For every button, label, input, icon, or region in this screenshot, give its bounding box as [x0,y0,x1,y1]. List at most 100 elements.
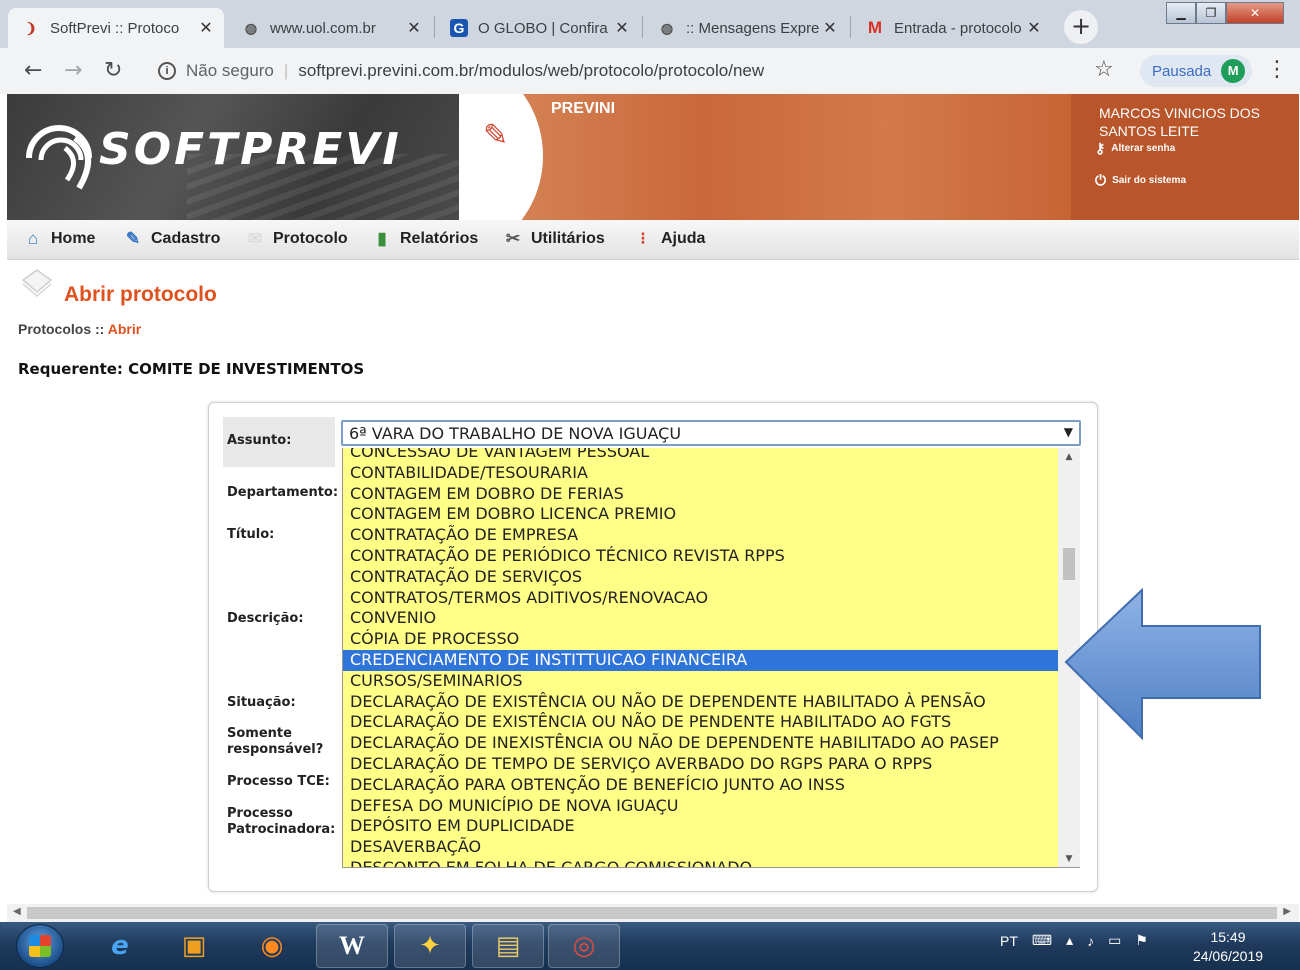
dropdown-option-highlighted[interactable]: CREDENCIAMENTO DE INSTITTUICAO FINANCEIR… [343,649,1059,671]
dropdown-option[interactable]: CÓPIA DE PROCESSO [343,629,1059,650]
dropdown-option[interactable]: DECLARAÇÃO DE EXISTÊNCIA OU NÃO DE PENDE… [343,712,1059,733]
clock-date: 24/06/2019 [1192,948,1264,964]
back-icon[interactable]: ← [24,58,42,83]
site-header: SOFTPREVI ✎ PREVINI MARCOS VINICIOS DOS … [7,94,1299,220]
dropdown-option[interactable]: DECLARAÇÃO DE TEMPO DE SERVIÇO AVERBADO … [343,754,1059,775]
dropdown-option[interactable]: CONVENIO [343,608,1059,629]
logout-link[interactable]: ⏻ Sair do sistema [1095,172,1186,189]
softprevi-icon: ❩ [25,19,37,36]
scroll-right-icon[interactable]: ▶ [1283,906,1291,917]
close-tab-icon[interactable]: ✕ [406,18,422,38]
tab-softprevi[interactable]: ❩ SoftPrevi :: Protoco ✕ [8,8,224,48]
org-name: PREVINI [551,100,616,117]
new-tab-button[interactable]: + [1064,10,1098,44]
clock[interactable]: 15:49 24/06/2019 [1186,928,1270,966]
page-horizontal-scrollbar[interactable]: ◀ ▶ [7,904,1299,922]
situacao-label: Situação: [227,695,296,710]
file-explorer-icon[interactable]: ▤ [472,924,544,968]
scroll-down-icon[interactable]: ▼ [1058,854,1080,864]
profile-button[interactable]: Pausada M [1140,55,1252,87]
dropdown-option[interactable]: CONTRATOS/TERMOS ADITIVOS/RENOVACAO [343,588,1059,609]
dropdown-option[interactable]: CONTAGEM EM DOBRO LICENCA PREMIO [343,504,1059,525]
departamento-label: Departamento: [227,485,339,500]
internet-explorer-icon[interactable]: e [84,924,156,968]
action-center-flag-icon[interactable]: ⚑ [1135,932,1148,949]
chrome-icon[interactable]: ◎ [548,924,620,968]
menu-item-label: Protocolo [273,230,348,247]
user-name: MARCOS VINICIOS DOS SANTOS LEITE [1099,105,1261,139]
dropdown-option[interactable]: DEFESA DO MUNICÍPIO DE NOVA IGUAÇU [343,796,1059,817]
tab-oglobo[interactable]: G O GLOBO | Confira ✕ [436,8,640,48]
menu-item-ajuda[interactable]: ⁝ Ajuda [633,229,705,249]
dropdown-option[interactable]: DEPÓSITO EM DUPLICIDADE [343,816,1059,837]
menu-kebab-icon[interactable]: ⋮ [1266,57,1288,82]
firefox-icon[interactable]: ◉ [236,924,308,968]
bookmark-star-icon[interactable]: ☆ [1094,57,1114,82]
dropdown-option[interactable]: DECLARAÇÃO DE INEXISTÊNCIA OU NÃO DE DEP… [343,733,1059,754]
menu-item-home[interactable]: ⌂ Home [23,229,96,249]
breadcrumb-current: Abrir [107,321,142,337]
show-hidden-icons-icon[interactable]: ▴ [1066,932,1073,949]
tab-title: :: Mensagens Expre [686,19,820,37]
dropdown-option[interactable]: DESAVERBAÇÃO [343,837,1059,858]
globe-icon: ◍ [244,19,258,36]
dropdown-option[interactable]: DECLARAÇÃO DE EXISTÊNCIA OU NÃO DE DEPEN… [343,692,1059,713]
dropdown-option[interactable]: CONTRATAÇÃO DE EMPRESA [343,525,1059,546]
start-button[interactable] [16,924,64,968]
dropdown-option[interactable]: CONTRATAÇÃO DE SERVIÇOS [343,567,1059,588]
dropdown-option[interactable]: CONTABILIDADE/TESOURARIA [343,463,1059,484]
scroll-left-icon[interactable]: ◀ [13,906,21,917]
system-tray: PT ⌨ ▴ ♪ ▭ ⚑ [1000,932,1162,949]
tab-uol[interactable]: ◍ www.uol.com.br ✕ [228,8,432,48]
dropdown-option[interactable]: CURSOS/SEMINARIOS [343,671,1059,692]
close-tab-icon[interactable]: ✕ [1026,18,1042,38]
menu-item-cadastro[interactable]: ✎ Cadastro [123,229,220,249]
menu-item-protocolo[interactable]: ✉ Protocolo [245,229,348,249]
change-password-link[interactable]: ⚷ Alterar senha [1095,140,1175,157]
reload-icon[interactable]: ↻ [104,58,122,83]
protocol-form: Assunto: Departamento: Título: Descrição… [208,402,1098,892]
scrollbar-thumb[interactable] [1063,548,1075,580]
menu-item-relatorios[interactable]: ▮ Relatórios [372,229,478,249]
close-window-button[interactable]: ✕ [1226,2,1284,24]
tab-mensagens[interactable]: ◍ :: Mensagens Expre ✕ [644,8,848,48]
close-tab-icon[interactable]: ✕ [822,18,838,38]
url-bar[interactable]: i Não seguro | softprevi.previni.com.br/… [146,55,1126,87]
menu-item-utilitarios[interactable]: ✂ Utilitários [503,229,605,249]
scrollbar-thumb[interactable] [27,907,1277,919]
requerente-label: Requerente: COMITE DE INVESTIMENTOS [18,360,365,378]
volume-icon[interactable]: ♪ [1087,933,1094,949]
close-tab-icon[interactable]: ✕ [198,18,214,38]
keyboard-icon[interactable]: ⌨ [1032,932,1052,949]
maximize-button[interactable]: ❐ [1196,2,1226,24]
avatar: M [1221,59,1246,83]
word-icon[interactable]: W [316,924,388,968]
info-icon[interactable]: i [158,62,176,80]
assunto-select[interactable]: 6ª VARA DO TRABALHO DE NOVA IGUAÇU ▼ [341,420,1081,446]
tab-title: O GLOBO | Confira [478,19,608,37]
dropdown-option[interactable]: CONCESSÃO DE VANTAGEM PESSOAL [343,448,1059,463]
assunto-selected-value: 6ª VARA DO TRABALHO DE NOVA IGUAÇU [349,424,682,443]
power-icon: ⏻ [1095,172,1107,188]
minimize-button[interactable]: ▁ [1166,2,1196,24]
dropdown-option[interactable]: DESCONTO EM FOLHA DE CARGO COMISSIONADO [343,858,1059,867]
dropdown-option[interactable]: DECLARAÇÃO PARA OBTENÇÃO DE BENEFÍCIO JU… [343,775,1059,796]
forward-icon[interactable]: → [64,58,82,83]
scroll-up-icon[interactable]: ▲ [1058,452,1080,462]
logout-label: Sair do sistema [1112,175,1186,186]
language-indicator[interactable]: PT [1000,933,1018,949]
processo-patrocinadora-label: Processo Patrocinadora: [227,806,336,837]
header-banner: ✎ PREVINI [459,94,1071,220]
app-icon[interactable]: ✦ [394,924,466,968]
breadcrumb-parent[interactable]: Protocolos [18,321,91,337]
tab-gmail[interactable]: M Entrada - protocolo ✕ [852,8,1052,48]
url-text: softprevi.previni.com.br/modulos/web/pro… [298,61,765,80]
dropdown-option[interactable]: CONTAGEM EM DOBRO DE FERIAS [343,484,1059,505]
dropdown-option[interactable]: CONTRATAÇÃO DE PERIÓDICO TÉCNICO REVISTA… [343,546,1059,567]
close-tab-icon[interactable]: ✕ [614,18,630,38]
assunto-dropdown-list[interactable]: CONCESSÃO DE VANTAGEM PESSOAL CONTABILID… [342,448,1080,868]
home-icon: ⌂ [27,229,39,248]
network-icon[interactable]: ▭ [1108,932,1121,949]
media-player-icon[interactable]: ▣ [158,924,230,968]
document-icon [21,269,53,297]
